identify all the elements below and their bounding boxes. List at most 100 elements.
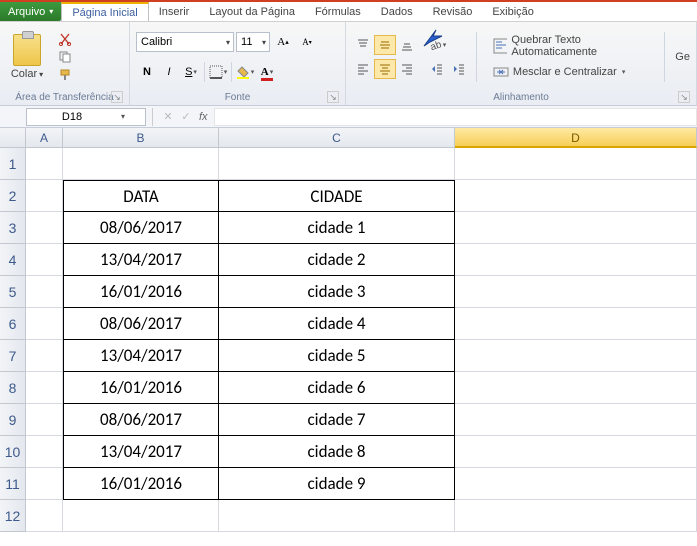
col-header[interactable]: C [219, 128, 455, 148]
cell[interactable] [26, 148, 63, 180]
italic-button[interactable]: I [158, 61, 180, 83]
row-header[interactable]: 1 [0, 148, 26, 180]
cell[interactable]: cidade 1 [219, 212, 455, 244]
cell[interactable] [26, 500, 63, 532]
tab-formulas[interactable]: Fórmulas [305, 2, 371, 21]
row-header[interactable]: 3 [0, 212, 26, 244]
chevron-down-icon[interactable]: ▾ [117, 112, 129, 121]
cell[interactable] [455, 500, 697, 532]
dialog-launcher-icon[interactable]: ↘ [327, 91, 339, 103]
file-menu[interactable]: Arquivo ▾ [0, 2, 61, 21]
col-header-selected[interactable]: D [455, 128, 697, 148]
name-box-input[interactable] [27, 111, 117, 123]
row-header[interactable]: 9 [0, 404, 26, 436]
formula-input[interactable] [214, 108, 697, 126]
tab-page-layout[interactable]: Layout da Página [199, 2, 305, 21]
font-name-combo[interactable]: ▾ [136, 32, 234, 52]
cell[interactable]: 13/04/2017 [63, 436, 219, 468]
cell[interactable] [455, 372, 697, 404]
cell[interactable] [26, 276, 63, 308]
cut-button[interactable] [56, 31, 74, 47]
chevron-down-icon[interactable]: ▾ [259, 38, 269, 47]
dialog-launcher-icon[interactable]: ↘ [678, 91, 690, 103]
tab-data[interactable]: Dados [371, 2, 423, 21]
name-box[interactable]: ▾ [26, 108, 146, 126]
row-header[interactable]: 2 [0, 180, 26, 212]
paste-button[interactable]: Colar▾ [6, 34, 48, 80]
tab-insert[interactable]: Inserir [149, 2, 200, 21]
cell[interactable]: 16/01/2016 [63, 372, 219, 404]
decrease-indent-button[interactable] [426, 59, 448, 79]
align-middle-button[interactable] [374, 35, 396, 55]
cell[interactable] [26, 212, 63, 244]
wrap-text-button[interactable]: Quebrar Texto Automaticamente [489, 32, 658, 60]
cell[interactable]: 13/04/2017 [63, 244, 219, 276]
chevron-down-icon[interactable]: ▾ [223, 38, 233, 47]
cell[interactable] [26, 372, 63, 404]
decrease-font-button[interactable]: A▾ [296, 31, 318, 53]
cell[interactable] [455, 180, 697, 212]
format-painter-button[interactable] [56, 67, 74, 83]
align-bottom-button[interactable] [396, 35, 418, 55]
cell[interactable]: 08/06/2017 [63, 212, 219, 244]
cell[interactable]: cidade 3 [219, 276, 455, 308]
cell[interactable] [455, 340, 697, 372]
cell[interactable]: 13/04/2017 [63, 340, 219, 372]
cell[interactable]: 16/01/2016 [63, 468, 219, 500]
copy-button[interactable] [56, 49, 74, 65]
tab-home[interactable]: Página Inicial [61, 2, 148, 21]
cell[interactable]: 08/06/2017 [63, 308, 219, 340]
cell[interactable] [455, 468, 697, 500]
align-right-button[interactable] [396, 59, 418, 79]
align-left-button[interactable] [352, 59, 374, 79]
dialog-launcher-icon[interactable]: ↘ [111, 91, 123, 103]
row-header[interactable]: 11 [0, 468, 26, 500]
merge-center-button[interactable]: Mesclar e Centralizar ▾ [489, 62, 658, 82]
cell[interactable]: cidade 4 [219, 308, 455, 340]
cell[interactable] [26, 180, 63, 212]
cell[interactable] [455, 404, 697, 436]
cell[interactable] [26, 404, 63, 436]
cell[interactable] [219, 148, 455, 180]
cell[interactable] [26, 436, 63, 468]
cell[interactable] [455, 244, 697, 276]
borders-button[interactable]: ▾ [207, 61, 229, 83]
row-header[interactable]: 4 [0, 244, 26, 276]
cell[interactable]: cidade 9 [219, 468, 455, 500]
underline-button[interactable]: S▾ [180, 61, 202, 83]
select-all-corner[interactable] [0, 128, 26, 148]
cell[interactable] [26, 468, 63, 500]
align-center-button[interactable] [374, 59, 396, 79]
fill-color-button[interactable]: ▾ [234, 61, 256, 83]
cell[interactable] [455, 436, 697, 468]
col-header[interactable]: A [26, 128, 63, 148]
row-header[interactable]: 10 [0, 436, 26, 468]
cell[interactable] [219, 500, 455, 532]
font-name-input[interactable] [137, 33, 223, 51]
font-color-button[interactable]: A ▾ [256, 61, 278, 83]
cell[interactable]: cidade 6 [219, 372, 455, 404]
row-header[interactable]: 8 [0, 372, 26, 404]
cell[interactable]: 08/06/2017 [63, 404, 219, 436]
cell[interactable]: cidade 8 [219, 436, 455, 468]
cell[interactable]: cidade 2 [219, 244, 455, 276]
align-top-button[interactable] [352, 35, 374, 55]
cell[interactable] [455, 308, 697, 340]
increase-indent-button[interactable] [448, 59, 470, 79]
row-header[interactable]: 5 [0, 276, 26, 308]
cell[interactable] [63, 500, 219, 532]
col-header[interactable]: B [63, 128, 219, 148]
font-size-combo[interactable]: ▾ [236, 32, 270, 52]
accept-formula-icon[interactable]: ✓ [177, 108, 195, 126]
bold-button[interactable]: N [136, 61, 158, 83]
cell[interactable]: 16/01/2016 [63, 276, 219, 308]
tab-view[interactable]: Exibição [482, 2, 544, 21]
row-header[interactable]: 12 [0, 500, 26, 532]
orientation-button[interactable]: ab▾ [426, 35, 448, 55]
fx-icon[interactable]: fx [199, 111, 208, 123]
row-header[interactable]: 7 [0, 340, 26, 372]
tab-review[interactable]: Revisão [423, 2, 483, 21]
increase-font-button[interactable]: A▴ [272, 31, 294, 53]
cell[interactable]: cidade 7 [219, 404, 455, 436]
font-size-input[interactable] [237, 33, 259, 51]
